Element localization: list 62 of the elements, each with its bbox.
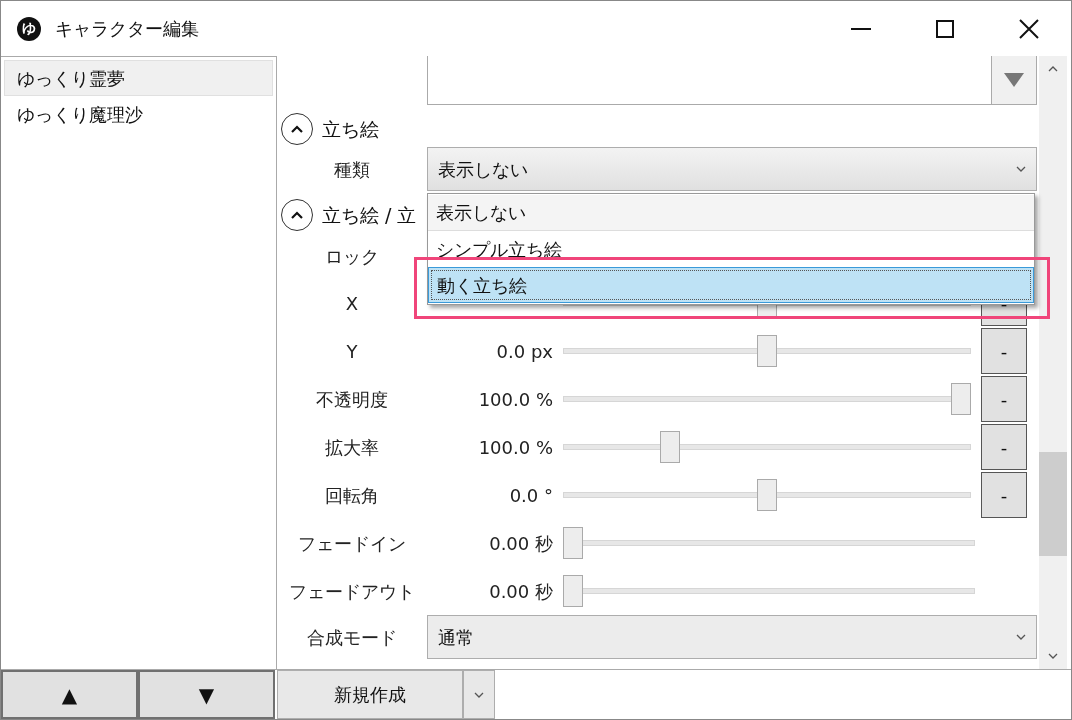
move-button[interactable]: ▼ (138, 670, 275, 719)
slider[interactable] (563, 527, 975, 559)
close-icon (1019, 18, 1039, 39)
slider-thumb[interactable] (757, 335, 777, 367)
slider-thumb[interactable] (757, 479, 777, 511)
slider[interactable] (563, 335, 971, 367)
section-title: 立ち絵 / 立 (322, 202, 417, 228)
dropdown[interactable]: 表示しない (427, 147, 1037, 191)
dropdown[interactable]: 通常 (427, 615, 1037, 659)
chevron-down-icon (1016, 634, 1026, 640)
value-text: 0.0 px (496, 339, 553, 364)
field-label: X (345, 291, 359, 316)
value-text: 0.00 秒 (489, 531, 553, 556)
field-label: フェードアウト (289, 579, 415, 604)
dropdown-option[interactable]: 表示しない (428, 195, 1034, 231)
slider-thumb[interactable] (563, 575, 583, 607)
scroll-thumb[interactable] (1039, 452, 1067, 556)
slider[interactable] (563, 383, 971, 415)
slider-thumb[interactable] (660, 431, 680, 463)
dropdown-value: 表示しない (438, 157, 528, 182)
dropdown-option[interactable]: 動く立ち絵 (428, 267, 1034, 303)
value-text: 100.0 % (478, 387, 553, 412)
new-menu-button[interactable] (463, 670, 495, 719)
slider-thumb[interactable] (563, 527, 583, 559)
value-text: 0.00 秒 (489, 579, 553, 604)
slider[interactable] (563, 431, 971, 463)
slider-thumb[interactable] (951, 383, 971, 415)
reset-button[interactable]: - (981, 472, 1027, 518)
triangle-down-icon (1004, 73, 1024, 87)
character-item[interactable]: ゆっくり魔理沙 (4, 96, 273, 132)
minimize-icon (851, 27, 871, 30)
caret-up-icon (291, 125, 303, 133)
dropdown-button[interactable] (991, 56, 1037, 105)
reset-button[interactable]: - (981, 328, 1027, 374)
chevron-down-icon (1016, 166, 1026, 172)
app-icon: ゆ (17, 16, 41, 41)
scroll-down-icon (1048, 653, 1058, 659)
field-label: 回転角 (325, 483, 379, 508)
slider[interactable] (563, 575, 975, 607)
value-text: 0.0 ° (509, 483, 553, 508)
chevron-down-icon (474, 691, 484, 698)
caret-up-icon (291, 211, 303, 219)
move-button[interactable]: ▲ (1, 670, 138, 719)
maximize-icon (936, 19, 954, 38)
slider[interactable] (563, 479, 971, 511)
reset-button[interactable]: - (981, 424, 1027, 470)
field-label: 合成モード (307, 625, 397, 650)
value-text: 100.0 % (478, 435, 553, 460)
section-title: 立ち絵 (322, 116, 379, 142)
field-label: 拡大率 (325, 435, 379, 460)
scroll-up-icon (1048, 66, 1058, 72)
field-label: フェードイン (298, 531, 406, 556)
reset-button[interactable]: - (981, 376, 1027, 422)
character-item[interactable]: ゆっくり霊夢 (4, 60, 273, 96)
input-field[interactable] (427, 56, 991, 105)
field-label: 種類 (334, 157, 370, 182)
field-label: 不透明度 (316, 387, 388, 412)
field-label: Y (346, 339, 358, 364)
dropdown-value: 通常 (438, 625, 474, 650)
new-button[interactable]: 新規作成 (277, 670, 463, 719)
field-label: ロック (325, 244, 379, 269)
window-title: キャラクター編集 (55, 17, 199, 41)
